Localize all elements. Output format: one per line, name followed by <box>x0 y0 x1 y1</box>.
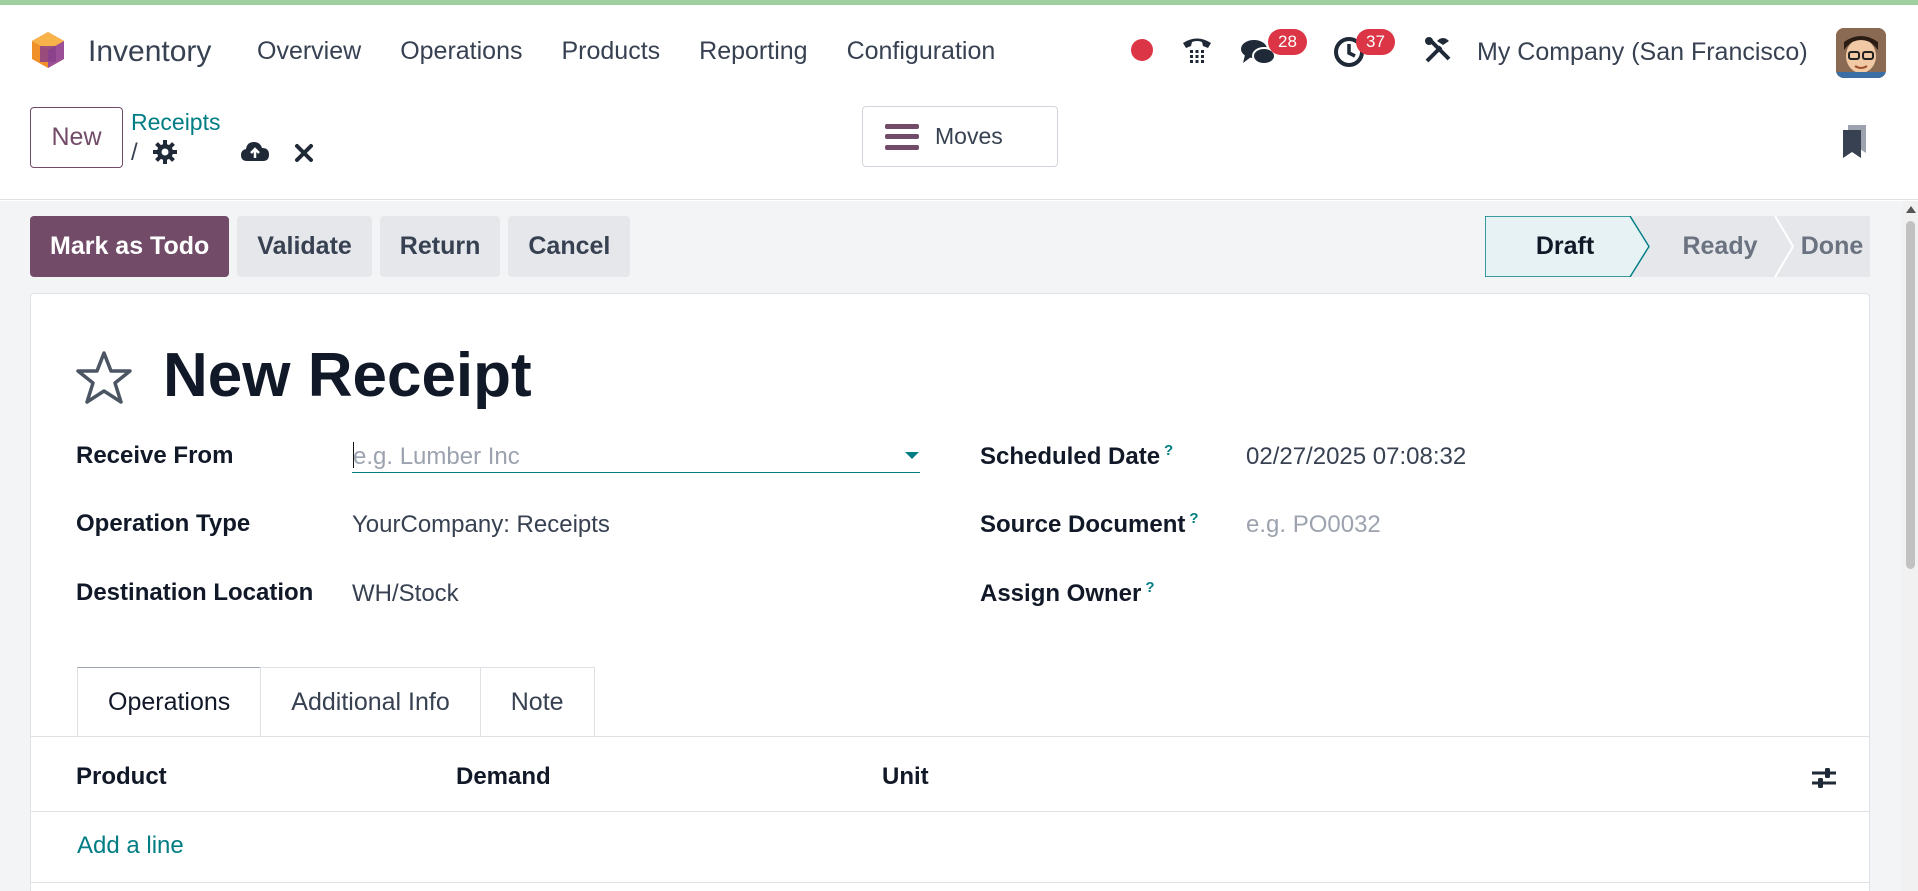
record-title[interactable]: New Receipt <box>163 340 532 411</box>
table-header-divider <box>31 811 1869 812</box>
activities-count-badge: 37 <box>1356 29 1395 55</box>
inventory-app-icon[interactable] <box>30 30 66 70</box>
mark-as-todo-button[interactable]: Mark as Todo <box>30 216 230 277</box>
vertical-scrollbar[interactable] <box>1902 201 1918 891</box>
destination-location-value[interactable]: WH/Stock <box>352 580 459 608</box>
validate-button[interactable]: Validate <box>237 216 372 277</box>
table-row-divider <box>31 882 1869 883</box>
statusbar-buttons: Mark as Todo Validate Return Cancel <box>30 216 631 277</box>
list-icon <box>885 123 919 150</box>
new-button[interactable]: New <box>30 107 123 168</box>
control-panel: New Receipts / Moves <box>0 95 1918 200</box>
notebook-tabs: Operations Additional Info Note <box>77 667 595 737</box>
destination-location-label: Destination Location <box>76 579 314 606</box>
help-icon[interactable]: ? <box>1164 442 1173 459</box>
form-view: Mark as Todo Validate Return Cancel Draf… <box>0 201 1902 891</box>
stage-ready[interactable]: Ready <box>1650 216 1790 277</box>
add-a-line-link[interactable]: Add a line <box>77 832 184 860</box>
menu-operations[interactable]: Operations <box>400 37 522 66</box>
menu-products[interactable]: Products <box>561 37 660 66</box>
phone-icon[interactable] <box>1177 27 1217 73</box>
tab-operations[interactable]: Operations <box>77 667 262 737</box>
column-product[interactable]: Product <box>76 763 167 791</box>
receive-from-label: Receive From <box>76 442 234 469</box>
menu-configuration[interactable]: Configuration <box>847 37 996 66</box>
form-sheet: New Receipt Receive From e.g. Lumber Inc… <box>30 293 1870 891</box>
column-unit[interactable]: Unit <box>882 763 929 791</box>
stage-done[interactable]: Done <box>1794 216 1870 277</box>
user-avatar[interactable] <box>1836 28 1886 78</box>
moves-smart-button[interactable]: Moves <box>862 106 1058 167</box>
star-icon[interactable] <box>75 350 133 406</box>
tab-additional-info[interactable]: Additional Info <box>260 667 481 737</box>
save-cloud-icon[interactable] <box>240 139 270 165</box>
source-document-text: Source Document <box>980 511 1186 538</box>
column-settings-icon[interactable] <box>1809 764 1839 792</box>
activities-button[interactable]: 37 <box>1330 27 1400 73</box>
receive-from-placeholder[interactable]: e.g. Lumber Inc <box>353 443 520 471</box>
column-demand[interactable]: Demand <box>456 763 551 791</box>
recording-indicator-icon[interactable] <box>1129 27 1155 73</box>
assign-owner-text: Assign Owner <box>980 580 1142 607</box>
tab-note[interactable]: Note <box>479 667 595 737</box>
source-document-input[interactable]: e.g. PO0032 <box>1246 511 1381 539</box>
scheduled-date-label: Scheduled Date? <box>980 442 1173 471</box>
breadcrumb-receipts[interactable]: Receipts <box>131 109 220 136</box>
scrollbar-thumb[interactable] <box>1906 221 1915 569</box>
scroll-up-arrow-icon[interactable] <box>1906 206 1916 213</box>
text-cursor <box>353 442 354 468</box>
assign-owner-label: Assign Owner? <box>980 579 1155 608</box>
menu-reporting[interactable]: Reporting <box>699 37 807 66</box>
moves-label: Moves <box>935 123 1003 149</box>
main-navbar: Inventory Overview Operations Products R… <box>0 5 1918 95</box>
messages-button[interactable]: 28 <box>1238 27 1318 73</box>
tabs-divider <box>31 736 1869 737</box>
return-button[interactable]: Return <box>379 216 501 277</box>
company-switcher[interactable]: My Company (San Francisco) <box>1477 38 1808 67</box>
chevron-down-icon[interactable] <box>905 452 919 459</box>
cancel-button[interactable]: Cancel <box>508 216 631 277</box>
source-document-label: Source Document? <box>980 510 1199 539</box>
app-name[interactable]: Inventory <box>88 35 211 69</box>
operation-type-value[interactable]: YourCompany: Receipts <box>352 511 610 539</box>
operation-type-label: Operation Type <box>76 510 251 537</box>
menu-overview[interactable]: Overview <box>257 37 361 66</box>
scheduled-date-value[interactable]: 02/27/2025 07:08:32 <box>1246 443 1466 471</box>
help-icon[interactable]: ? <box>1145 579 1154 596</box>
scheduled-date-text: Scheduled Date <box>980 443 1161 470</box>
messages-count-badge: 28 <box>1268 29 1307 55</box>
gear-icon[interactable] <box>152 139 178 165</box>
top-menu: Overview Operations Products Reporting C… <box>257 37 1034 66</box>
tools-icon[interactable] <box>1418 27 1458 73</box>
breadcrumb-separator: / <box>131 139 138 166</box>
discard-close-icon[interactable] <box>292 141 316 165</box>
help-icon[interactable]: ? <box>1189 510 1198 527</box>
stage-draft[interactable]: Draft <box>1485 216 1645 277</box>
bookmark-icon[interactable] <box>1840 123 1870 159</box>
